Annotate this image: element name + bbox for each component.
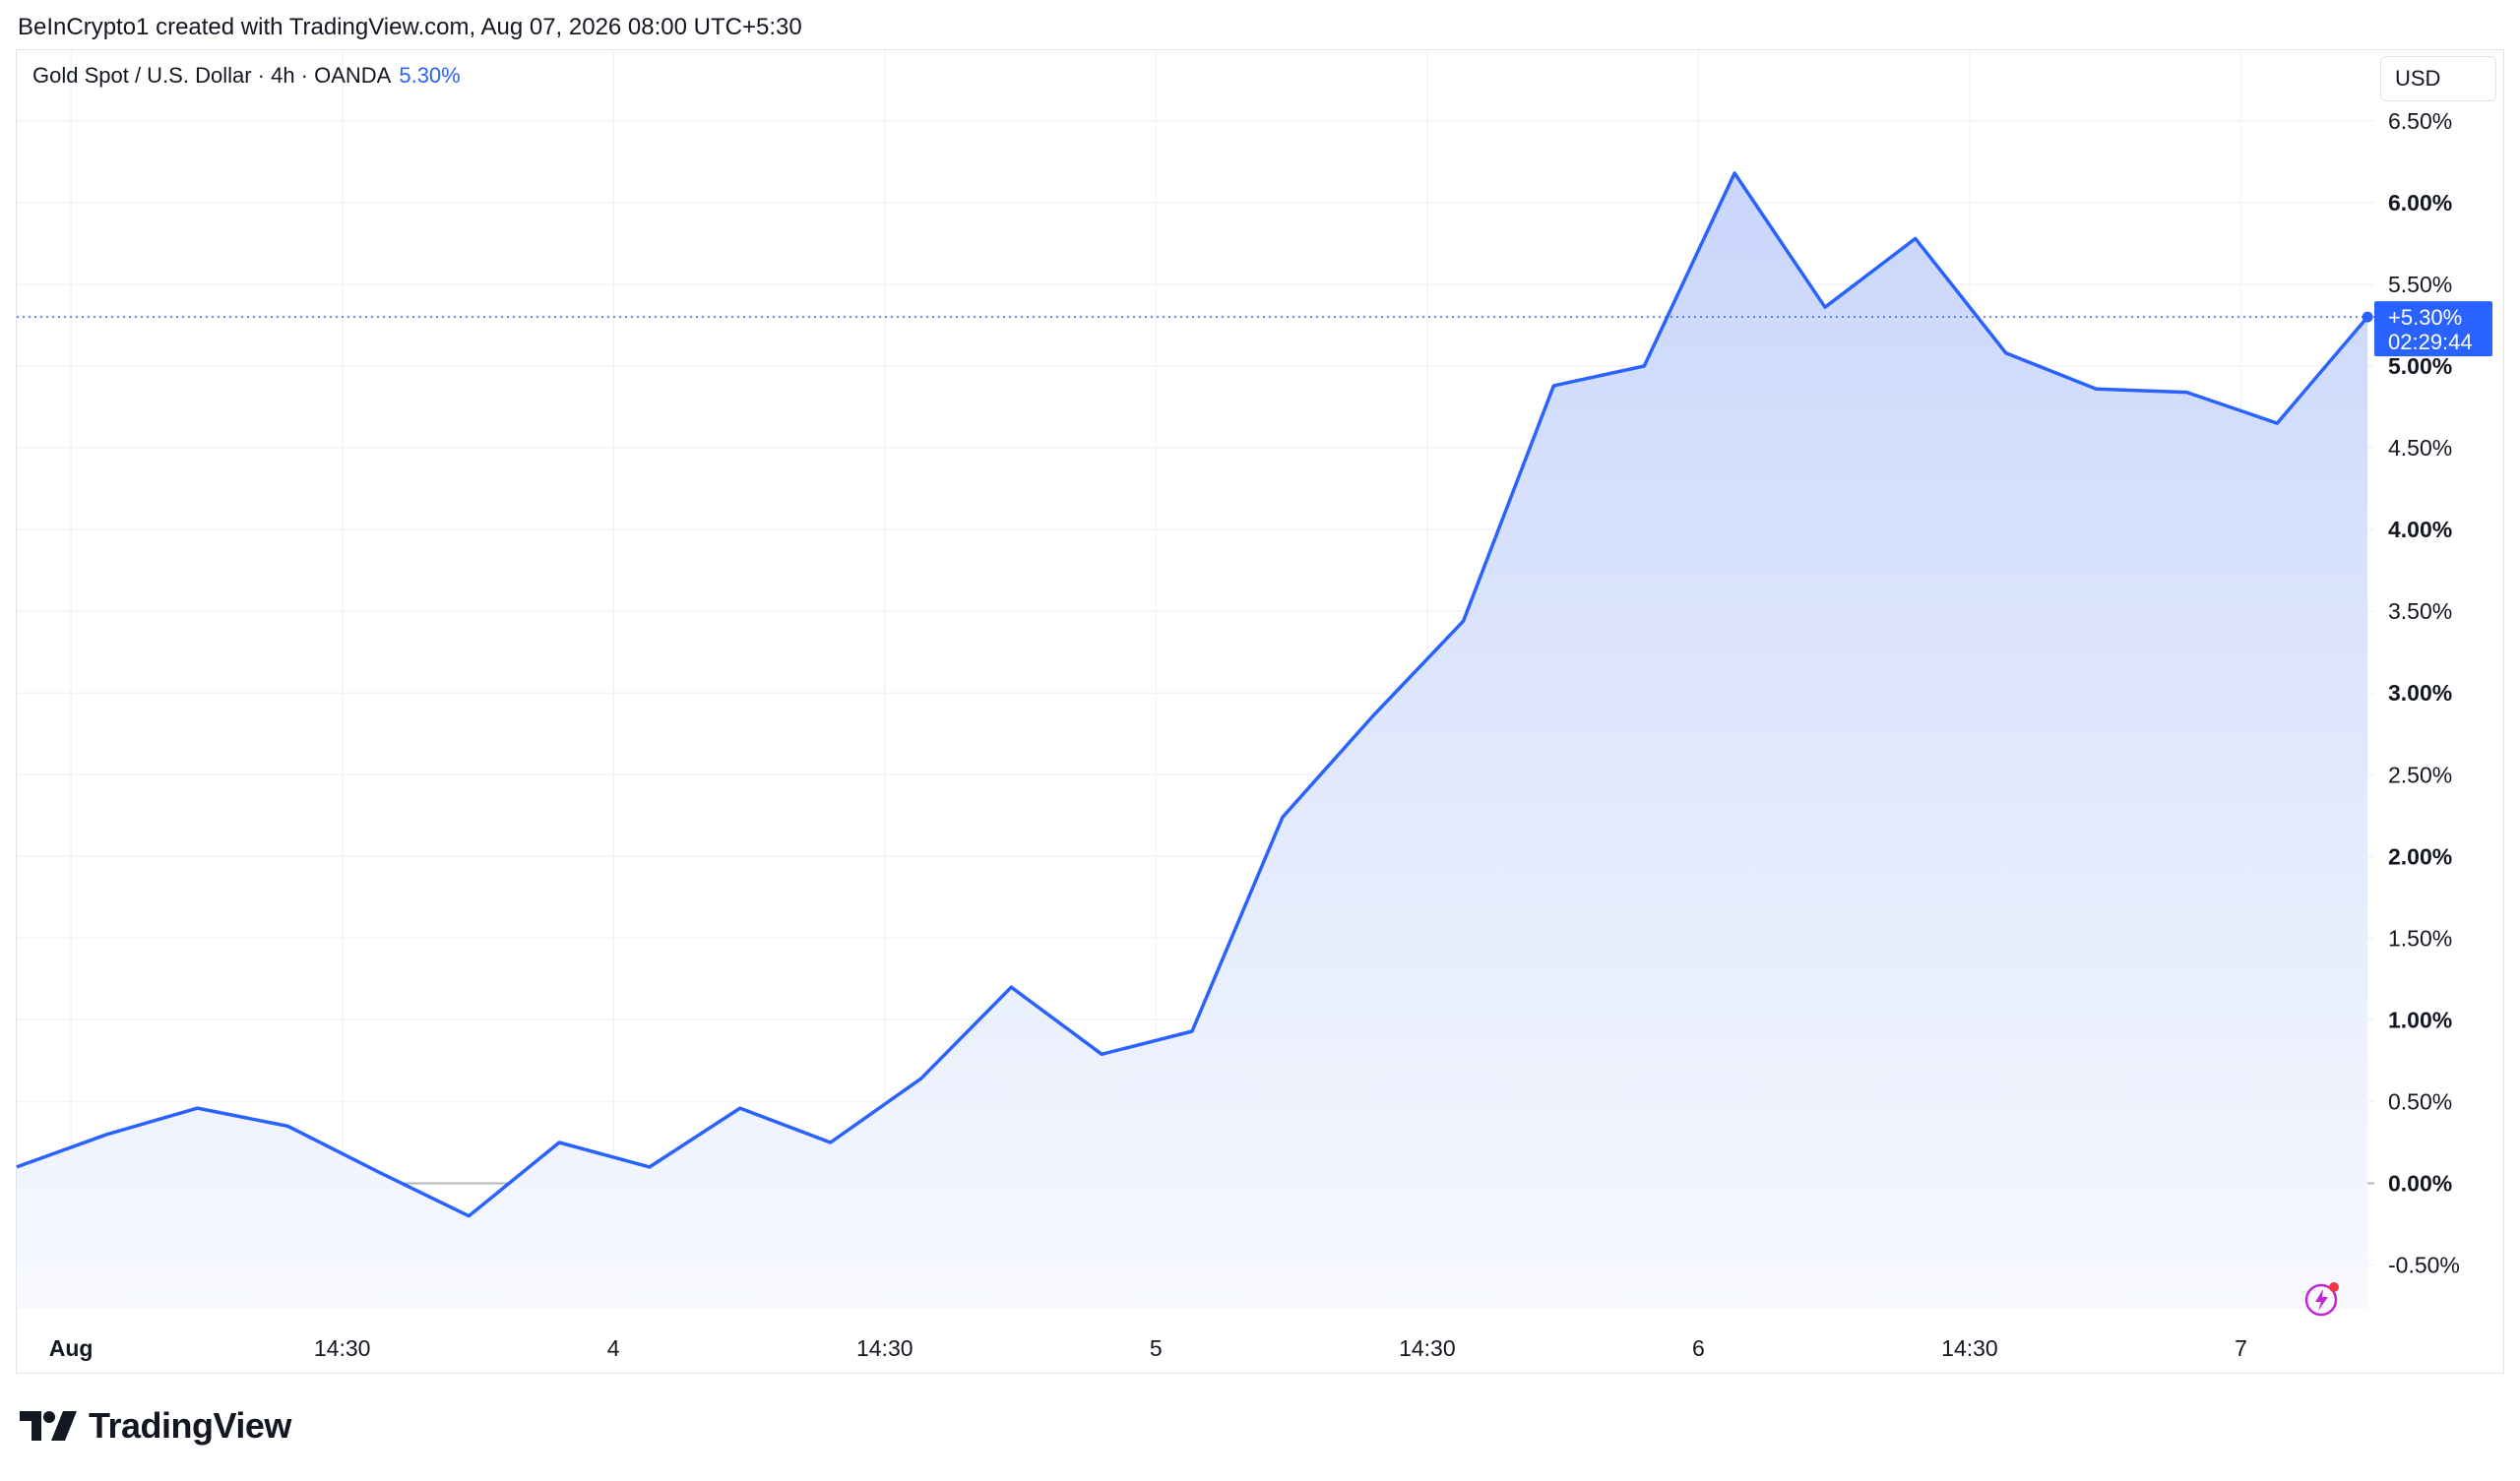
lightning-bolt-icon[interactable] — [2303, 1279, 2343, 1319]
y-tick-label: 6.00% — [2388, 190, 2452, 216]
y-tick-label: 5.00% — [2388, 353, 2452, 379]
y-tick-label: 1.50% — [2388, 925, 2452, 951]
x-tick-label: 14:30 — [856, 1335, 914, 1361]
y-tick-label: 0.50% — [2388, 1088, 2452, 1114]
y-tick-label: 4.50% — [2388, 435, 2452, 461]
y-tick-label: 4.00% — [2388, 517, 2452, 542]
brand-name: TradingView — [89, 1405, 291, 1446]
x-tick-label: 14:30 — [1941, 1335, 1998, 1361]
symbol-legend[interactable]: Gold Spot / U.S. Dollar · 4h · OANDA 5.30… — [32, 63, 461, 89]
x-tick-label: 6 — [1692, 1335, 1705, 1361]
y-tick-label: 2.50% — [2388, 762, 2452, 787]
last-price-tag: +5.30%02:29:44 — [17, 301, 2492, 357]
currency-button[interactable]: USD — [2380, 56, 2496, 101]
y-axis: 6.50% 6.00% 5.50% 5.00% 4.50% 4.00% 3.50% 3.00%… — [2388, 108, 2460, 1278]
x-tick-label: 7 — [2235, 1335, 2247, 1361]
y-tick-label: 0.00% — [2388, 1171, 2452, 1197]
price-tag-value: +5.30% — [2388, 305, 2462, 330]
tradingview-brand[interactable]: TradingView — [20, 1405, 291, 1447]
x-tick-label: Aug — [49, 1335, 94, 1361]
y-tick-label: 3.50% — [2388, 598, 2452, 624]
x-tick-label: 14:30 — [1399, 1335, 1456, 1361]
area-fill — [17, 173, 2368, 1309]
last-value-marker — [2362, 311, 2373, 323]
symbol-change: 5.30% — [399, 63, 461, 88]
price-chart[interactable]: 6.50% 6.00% 5.50% 5.00% 4.50% 4.00% 3.50% 3.00%… — [0, 0, 2520, 1378]
price-tag-countdown: 02:29:44 — [2388, 330, 2473, 354]
y-tick-label: 3.00% — [2388, 680, 2452, 706]
y-tick-label: 2.00% — [2388, 843, 2452, 869]
y-tick-label: 6.50% — [2388, 108, 2452, 134]
x-tick-label: 14:30 — [314, 1335, 371, 1361]
y-tick-label: 1.00% — [2388, 1007, 2452, 1032]
y-tick-label: -0.50% — [2388, 1253, 2460, 1278]
symbol-title: Gold Spot / U.S. Dollar · 4h · OANDA — [32, 63, 392, 88]
x-axis: Aug 14:30 4 14:30 5 14:30 6 14:30 7 — [49, 1335, 2247, 1361]
x-tick-label: 4 — [607, 1335, 620, 1361]
y-tick-label: 5.50% — [2388, 272, 2452, 297]
x-tick-label: 5 — [1150, 1335, 1163, 1361]
area-fill-path — [17, 173, 2368, 1309]
tradingview-logo-icon — [20, 1411, 77, 1441]
